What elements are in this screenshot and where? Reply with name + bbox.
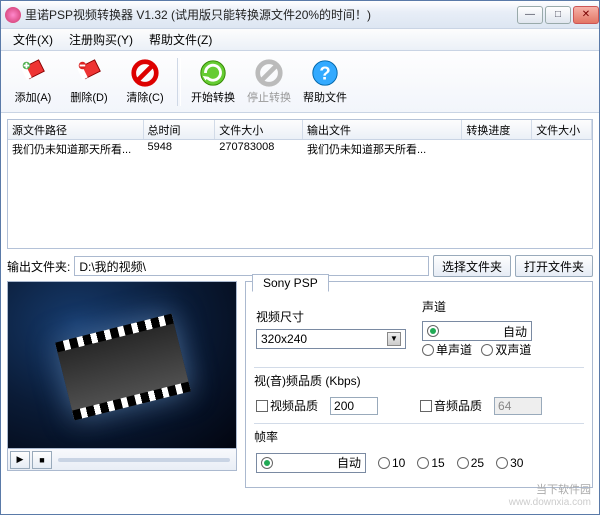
- stop-convert-button[interactable]: 停止转换: [241, 54, 297, 110]
- menu-help[interactable]: 帮助文件(Z): [141, 29, 220, 50]
- app-icon: [5, 7, 21, 23]
- list-header: 源文件路径 总时间 文件大小 输出文件 转换进度 文件大小: [8, 120, 592, 140]
- output-label: 输出文件夹:: [7, 258, 70, 275]
- video-quality-input[interactable]: 200: [330, 397, 378, 415]
- video-quality-checkbox[interactable]: 视频品质: [256, 397, 318, 414]
- list-row[interactable]: 我们仍未知道那天所看... 5948 270783008 我们仍未知道那天所看.…: [8, 140, 592, 158]
- open-folder-button[interactable]: 打开文件夹: [515, 255, 593, 277]
- quality-label: 视(音)频品质 (Kbps): [254, 372, 584, 389]
- clear-icon: [130, 58, 160, 88]
- col-duration[interactable]: 总时间: [144, 120, 216, 139]
- tab-sony-psp[interactable]: Sony PSP: [252, 274, 329, 292]
- fps-auto-radio[interactable]: 自动: [256, 453, 366, 473]
- close-button[interactable]: ✕: [573, 6, 599, 24]
- audio-quality-input[interactable]: 64: [494, 397, 542, 415]
- svg-text:?: ?: [319, 63, 330, 84]
- menubar: 文件(X) 注册购买(Y) 帮助文件(Z): [1, 29, 599, 51]
- choose-folder-button[interactable]: 选择文件夹: [433, 255, 511, 277]
- fps-25-radio[interactable]: 25: [457, 456, 484, 470]
- maximize-button[interactable]: □: [545, 6, 571, 24]
- preview-controls: ▶ ■: [7, 449, 237, 471]
- delete-icon: [74, 58, 104, 88]
- col-progress[interactable]: 转换进度: [462, 120, 532, 139]
- add-button[interactable]: 添加(A): [5, 54, 61, 110]
- channel-mono-radio[interactable]: 单声道: [422, 341, 472, 358]
- stop-icon: [254, 58, 284, 88]
- filmstrip-icon: [55, 314, 191, 421]
- preview-panel: [7, 281, 237, 449]
- seek-slider[interactable]: [58, 458, 230, 462]
- video-size-select[interactable]: 320x240▼: [256, 329, 406, 349]
- audio-quality-checkbox[interactable]: 音频品质: [420, 397, 482, 414]
- fps-30-radio[interactable]: 30: [496, 456, 523, 470]
- chevron-down-icon: ▼: [387, 332, 401, 346]
- add-icon: [18, 58, 48, 88]
- stop-button[interactable]: ■: [32, 451, 52, 469]
- fps-15-radio[interactable]: 15: [417, 456, 444, 470]
- col-size[interactable]: 文件大小: [215, 120, 303, 139]
- clear-button[interactable]: 清除(C): [117, 54, 173, 110]
- app-window: 里诺PSP视频转换器 V1.32 (试用版只能转换源文件20%的时间！) — □…: [0, 0, 600, 515]
- delete-button[interactable]: 删除(D): [61, 54, 117, 110]
- help-icon: ?: [310, 58, 340, 88]
- file-list[interactable]: 源文件路径 总时间 文件大小 输出文件 转换进度 文件大小 我们仍未知道那天所看…: [7, 119, 593, 249]
- toolbar: 添加(A) 删除(D) 清除(C) 开始转换 停止转换 ? 帮助文件: [1, 51, 599, 113]
- play-button[interactable]: ▶: [10, 451, 30, 469]
- col-output[interactable]: 输出文件: [303, 120, 462, 139]
- settings-panel: Sony PSP 视频尺寸 320x240▼ 声道 自动 单声道 双声道: [245, 281, 593, 488]
- help-file-button[interactable]: ? 帮助文件: [297, 54, 353, 110]
- col-source[interactable]: 源文件路径: [8, 120, 144, 139]
- video-size-label: 视频尺寸: [256, 308, 416, 325]
- channel-stereo-radio[interactable]: 双声道: [481, 341, 531, 358]
- output-path-field[interactable]: D:\我的视频\: [74, 256, 429, 276]
- fps-10-radio[interactable]: 10: [378, 456, 405, 470]
- start-convert-button[interactable]: 开始转换: [185, 54, 241, 110]
- titlebar: 里诺PSP视频转换器 V1.32 (试用版只能转换源文件20%的时间！) — □…: [1, 1, 599, 29]
- play-icon: [198, 58, 228, 88]
- menu-file[interactable]: 文件(X): [5, 29, 61, 50]
- toolbar-separator: [177, 58, 181, 106]
- col-outsize[interactable]: 文件大小: [532, 120, 592, 139]
- minimize-button[interactable]: —: [517, 6, 543, 24]
- fps-label: 帧率: [254, 428, 584, 445]
- menu-register[interactable]: 注册购买(Y): [61, 29, 141, 50]
- channel-label: 声道: [422, 298, 582, 315]
- channel-auto-radio[interactable]: 自动: [422, 321, 532, 341]
- window-title: 里诺PSP视频转换器 V1.32 (试用版只能转换源文件20%的时间！): [25, 6, 515, 23]
